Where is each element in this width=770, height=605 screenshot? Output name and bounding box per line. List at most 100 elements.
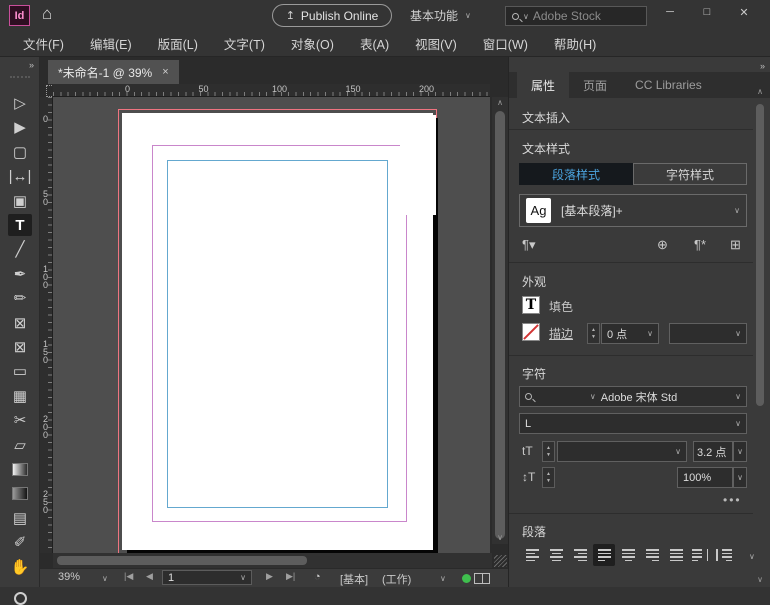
rectangle-tool[interactable]: ▭ xyxy=(8,360,32,382)
document-tab[interactable]: *未命名-1 @ 39% × xyxy=(48,60,179,84)
scroll-down-icon[interactable]: ∨ xyxy=(754,574,766,586)
first-page-button[interactable]: |◀ xyxy=(124,571,133,582)
justify-last-right-button[interactable] xyxy=(641,544,663,566)
panel-tab-属性[interactable]: 属性 xyxy=(517,72,569,98)
vertical-scroll-thumb[interactable] xyxy=(495,111,505,539)
panel-scrollbar[interactable]: ∧ ∨ xyxy=(754,100,766,587)
panel-tab-CC Libraries[interactable]: CC Libraries xyxy=(621,72,716,98)
stroke-swatch[interactable] xyxy=(522,323,540,341)
note-tool[interactable]: ▤ xyxy=(8,507,32,529)
preflight-icon[interactable]: ◔ xyxy=(314,571,321,583)
clear-overrides-icon[interactable]: ¶* xyxy=(694,237,706,252)
fill-swatch[interactable]: T xyxy=(522,296,540,314)
scroll-up-icon[interactable]: ∧ xyxy=(492,97,508,109)
stroke-weight-combo[interactable]: 0 点 ∨ xyxy=(601,323,659,344)
leading-chevron[interactable]: ∨ xyxy=(733,441,747,462)
pasteboard[interactable] xyxy=(53,97,490,553)
polygon-frame-tool[interactable]: ⊠ xyxy=(8,336,32,358)
home-icon[interactable]: ⌂ xyxy=(42,4,52,24)
page-number-combo[interactable]: 1 ∨ xyxy=(162,570,252,585)
panel-grip[interactable] xyxy=(10,76,30,81)
zoom-tool[interactable] xyxy=(8,580,32,602)
font-size-combo[interactable]: ∨ xyxy=(557,441,687,462)
scissors-tool[interactable]: ✂ xyxy=(8,409,32,431)
justify-last-center-button[interactable] xyxy=(617,544,639,566)
justify-all-button[interactable] xyxy=(665,544,687,566)
chevron-down-icon[interactable]: ∨ xyxy=(102,574,108,583)
line-tool[interactable]: ╱ xyxy=(8,238,32,260)
menu-item-5[interactable]: 表(A) xyxy=(347,34,402,53)
horizontal-scroll-thumb[interactable] xyxy=(57,556,307,565)
direct-selection-tool[interactable]: ▶ xyxy=(8,116,32,138)
previous-page-button[interactable]: ◀ xyxy=(146,571,153,582)
more-options-icon[interactable]: ••• xyxy=(723,493,742,507)
apply-style-icon[interactable]: ⊕ xyxy=(657,237,668,253)
workspace-switcher[interactable]: 基本功能 ∨ xyxy=(410,7,471,24)
adobe-stock-search-input[interactable]: ∨ Adobe Stock xyxy=(505,6,647,26)
spread-view-icon[interactable] xyxy=(474,573,490,584)
minimize-button[interactable]: ─ xyxy=(655,0,685,24)
align-right-button[interactable] xyxy=(569,544,591,566)
expand-panel-icon[interactable]: » xyxy=(29,60,33,70)
selection-tool[interactable]: ▷ xyxy=(8,92,32,114)
font-family-combo[interactable]: ∨ Adobe 宋体 Std ∨ xyxy=(519,386,747,407)
menu-item-8[interactable]: 帮助(H) xyxy=(541,34,609,53)
paragraph-menu-icon[interactable]: ¶▾ xyxy=(522,237,536,253)
collapse-panel-icon[interactable]: » xyxy=(760,61,764,71)
close-icon[interactable]: × xyxy=(162,66,168,78)
menu-item-6[interactable]: 视图(V) xyxy=(402,34,470,53)
font-size-stepper[interactable]: ▲▼ xyxy=(542,441,555,462)
close-button[interactable]: ✕ xyxy=(729,0,759,24)
type-tool[interactable]: T xyxy=(8,214,32,236)
menu-item-1[interactable]: 编辑(E) xyxy=(77,34,145,53)
vertical-scale-box[interactable]: 100% xyxy=(677,467,733,488)
last-page-button[interactable]: ▶| xyxy=(286,571,295,582)
vertical-scrollbar[interactable]: ∧ ∨ xyxy=(492,97,508,544)
vertical-scale-chevron[interactable]: ∨ xyxy=(733,467,747,488)
pen-tool[interactable]: ✒ xyxy=(8,263,32,285)
panel-tab-页面[interactable]: 页面 xyxy=(569,72,621,98)
pencil-tool[interactable]: ✏ xyxy=(8,287,32,309)
gap-tool[interactable]: |↔| xyxy=(8,165,32,187)
horizontal-scrollbar[interactable] xyxy=(53,553,492,568)
frame-grid-tool[interactable]: ▦ xyxy=(8,385,32,407)
align-toward-spine-button[interactable] xyxy=(689,544,711,566)
new-style-icon[interactable]: ⊞ xyxy=(730,237,741,253)
eyedropper-tool[interactable]: ✐ xyxy=(8,531,32,553)
vertical-scale-stepper[interactable]: ▲▼ xyxy=(542,467,555,488)
next-page-button[interactable]: ▶ xyxy=(266,571,273,582)
font-style-combo[interactable]: L ∨ xyxy=(519,413,747,434)
resize-grip[interactable] xyxy=(494,555,507,567)
panel-scroll-thumb[interactable] xyxy=(756,104,764,406)
free-transform-tool[interactable]: ▱ xyxy=(8,434,32,456)
gradient-feather-tool[interactable] xyxy=(8,482,32,504)
align-away-from-spine-button[interactable] xyxy=(713,544,735,566)
publish-online-button[interactable]: ↥ Publish Online xyxy=(272,4,392,27)
stroke-type-combo[interactable]: ∨ xyxy=(669,323,747,344)
scroll-up-icon[interactable]: ∧ xyxy=(754,86,766,98)
scroll-down-icon[interactable]: ∨ xyxy=(492,532,508,544)
zoom-level[interactable]: 39% xyxy=(58,571,80,583)
menu-item-2[interactable]: 版面(L) xyxy=(145,34,211,53)
chevron-down-icon[interactable]: ∨ xyxy=(440,574,446,583)
text-frame[interactable] xyxy=(167,160,388,508)
paragraph-style-combo[interactable]: Ag [基本段落]+ ∨ xyxy=(519,194,747,227)
justify-last-left-button[interactable] xyxy=(593,544,615,566)
style-tab-段落样式[interactable]: 段落样式 xyxy=(519,163,633,185)
preflight-preset[interactable]: [基本] xyxy=(340,571,368,587)
menu-item-0[interactable]: 文件(F) xyxy=(10,34,77,53)
leading-value-box[interactable]: 3.2 点 xyxy=(693,441,733,462)
style-tab-字符样式[interactable]: 字符样式 xyxy=(633,163,747,185)
rectangle-frame-tool[interactable]: ⊠ xyxy=(8,312,32,334)
stroke-label[interactable]: 描边 xyxy=(549,325,573,342)
menu-item-4[interactable]: 对象(O) xyxy=(278,34,347,53)
align-center-button[interactable] xyxy=(545,544,567,566)
gradient-swatch-tool[interactable] xyxy=(8,458,32,480)
menu-item-7[interactable]: 窗口(W) xyxy=(470,34,541,53)
content-collector-tool[interactable]: ▣ xyxy=(8,190,32,212)
align-left-button[interactable] xyxy=(521,544,543,566)
menu-item-3[interactable]: 文字(T) xyxy=(211,34,278,53)
stroke-weight-stepper[interactable]: ▲▼ xyxy=(587,323,600,344)
page-tool[interactable]: ▢ xyxy=(8,141,32,163)
maximize-button[interactable]: □ xyxy=(692,0,722,24)
